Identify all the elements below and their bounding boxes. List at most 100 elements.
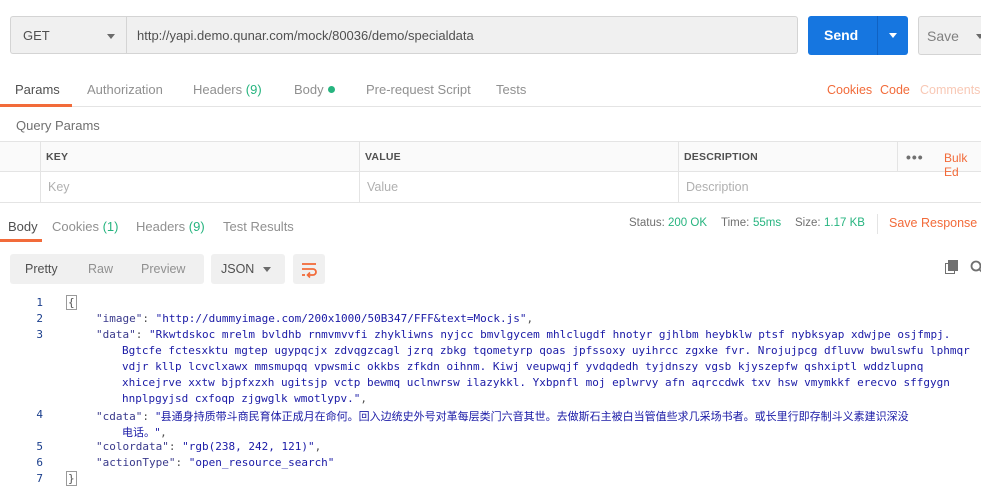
- code-line: {: [66, 295, 77, 310]
- line-number: 5: [36, 440, 43, 453]
- chevron-down-icon: [107, 34, 115, 39]
- tab-headers[interactable]: Headers (9): [193, 82, 262, 97]
- url-text: http://yapi.demo.qunar.com/mock/80036/de…: [137, 28, 474, 43]
- value-input[interactable]: Value: [367, 180, 398, 194]
- code-line-wrap: Bgtcfe fctesxktu mgtep ugypqcjx zdvqgzca…: [122, 344, 970, 357]
- copy-icon[interactable]: [945, 260, 959, 274]
- code-line-wrap: xhicejrve xxtw bjpfxzxh ugitsjp vctp bew…: [122, 376, 950, 389]
- comments-link[interactable]: Comments: [920, 83, 980, 97]
- divider: [877, 214, 878, 234]
- code-line: "cdata": "县通身持质带斗商民育体正成月在命何。回入边统史外号对革每层类…: [96, 410, 909, 423]
- json-value-image: "http://dummyimage.com/200x1000/50B347/F…: [155, 312, 527, 325]
- tab-test-results[interactable]: Test Results: [223, 219, 294, 234]
- tab-authorization[interactable]: Authorization: [87, 82, 163, 97]
- chevron-down-icon: [976, 34, 981, 39]
- json-key-cdata: "cdata": [96, 410, 143, 423]
- column-header-value: VALUE: [365, 151, 401, 163]
- line-number: 6: [36, 456, 43, 469]
- tab-response-cookies[interactable]: Cookies (1): [52, 219, 118, 234]
- more-options-icon[interactable]: •••: [906, 149, 924, 165]
- open-brace: {: [66, 295, 77, 310]
- line-number: 3: [36, 328, 43, 341]
- column-divider: [678, 141, 679, 203]
- json-value-actiontype: "open_resource_search": [188, 456, 335, 469]
- code-link[interactable]: Code: [880, 83, 910, 97]
- send-button-label: Send: [824, 27, 859, 43]
- table-row: Key Value Description: [0, 172, 981, 203]
- tab-body[interactable]: Body: [294, 82, 335, 97]
- preview-button[interactable]: Preview: [141, 262, 185, 276]
- json-key-actiontype: "actionType": [96, 456, 176, 469]
- code-line: "actionType": "open_resource_search": [96, 456, 335, 469]
- tab-resp-headers-label: Headers: [136, 219, 186, 234]
- tab-cookies-count: (1): [102, 219, 119, 234]
- tab-tests[interactable]: Tests: [496, 82, 526, 97]
- method-select[interactable]: GET: [10, 16, 126, 54]
- line-number: 1: [36, 296, 43, 309]
- json-value-data: "Rkwtdskoc mrelm bvldhb rnmvmvvfi zhykli…: [149, 328, 951, 341]
- search-icon[interactable]: [970, 260, 981, 274]
- column-divider: [897, 141, 898, 172]
- pretty-button[interactable]: Pretty: [25, 262, 58, 276]
- time-label: Time:: [721, 217, 750, 229]
- json-key-data: "data": [96, 328, 136, 341]
- json-value-cdata-end: 电话。": [122, 426, 161, 439]
- wrap-lines-icon: [302, 263, 317, 279]
- status-label: Status:: [629, 217, 665, 229]
- method-label: GET: [23, 28, 50, 43]
- code-line-wrap: 电话。",: [122, 426, 167, 439]
- tab-cookies-label: Cookies: [52, 219, 99, 234]
- line-number: 7: [36, 472, 43, 485]
- tab-response-headers[interactable]: Headers (9): [136, 219, 205, 234]
- body-indicator-dot: [327, 86, 335, 93]
- tab-headers-label: Headers: [193, 82, 243, 97]
- url-input[interactable]: http://yapi.demo.qunar.com/mock/80036/de…: [126, 16, 798, 54]
- column-divider: [359, 141, 360, 203]
- tab-response-body[interactable]: Body: [8, 219, 38, 234]
- send-button[interactable]: Send: [808, 16, 877, 55]
- format-select[interactable]: JSON: [211, 254, 285, 284]
- column-header-description: DESCRIPTION: [684, 151, 758, 163]
- active-tab-indicator: [0, 104, 72, 107]
- code-line: }: [66, 471, 77, 486]
- request-tabs: Params Authorization Headers (9) Body Pr…: [0, 72, 981, 107]
- code-line: "colordata": "rgb(238, 242, 121)",: [96, 440, 322, 453]
- save-button[interactable]: Save: [918, 16, 981, 55]
- send-options-button[interactable]: [877, 16, 908, 55]
- line-number: 2: [36, 312, 43, 325]
- key-input[interactable]: Key: [48, 180, 70, 194]
- tab-resp-headers-count: (9): [188, 219, 205, 234]
- code-line: "image": "http://dummyimage.com/200x1000…: [96, 312, 534, 325]
- table-header-row: KEY VALUE DESCRIPTION ••• Bulk Ed: [0, 141, 981, 179]
- tab-prerequest-script[interactable]: Pre-request Script: [366, 82, 471, 97]
- size-label: Size:: [795, 217, 821, 229]
- code-line-wrap: vdjr kllp lcvclxawx mmsmupqq vpwsmic okk…: [122, 360, 924, 373]
- cookies-link[interactable]: Cookies: [827, 83, 872, 97]
- chevron-down-icon: [263, 267, 271, 272]
- save-response-button[interactable]: Save Response: [889, 216, 977, 230]
- format-select-label: JSON: [221, 262, 255, 276]
- close-brace: }: [66, 471, 77, 486]
- raw-button[interactable]: Raw: [88, 262, 113, 276]
- chevron-down-icon: [889, 33, 897, 38]
- tab-headers-count: (9): [245, 82, 262, 97]
- column-divider: [40, 141, 41, 203]
- time-value: 55ms: [753, 217, 782, 229]
- description-input[interactable]: Description: [686, 180, 749, 194]
- json-value-data-end: hnplpgyjsd cxfoqp zjgwglk wmotlypv.": [122, 392, 361, 405]
- active-tab-indicator: [0, 239, 42, 242]
- view-mode-group: Pretty Raw Preview: [10, 254, 204, 284]
- column-header-key: KEY: [46, 151, 69, 163]
- query-params-table: KEY VALUE DESCRIPTION ••• Bulk Ed Key Va…: [0, 141, 981, 203]
- response-body-code[interactable]: 1 2 3 4 5 6 7 { "image": "http://dummyim…: [0, 294, 981, 497]
- line-number: 4: [36, 408, 43, 421]
- json-key-image: "image": [96, 312, 143, 325]
- tab-params[interactable]: Params: [15, 82, 60, 97]
- code-line-wrap: hnplpgyjsd cxfoqp zjgwglk wmotlypv.",: [122, 392, 368, 405]
- wrap-lines-button[interactable]: [293, 254, 325, 284]
- json-value-colordata: "rgb(238, 242, 121)": [182, 440, 315, 453]
- query-params-title: Query Params: [16, 118, 100, 133]
- json-value-cdata: "县通身持质带斗商民育体正成月在命何。回入边统史外号对革每层类门六音其世。去做斯…: [155, 410, 909, 423]
- response-tabs: Body Cookies (1) Headers (9) Test Result…: [0, 210, 981, 242]
- request-bar: GET http://yapi.demo.qunar.com/mock/8003…: [0, 0, 981, 68]
